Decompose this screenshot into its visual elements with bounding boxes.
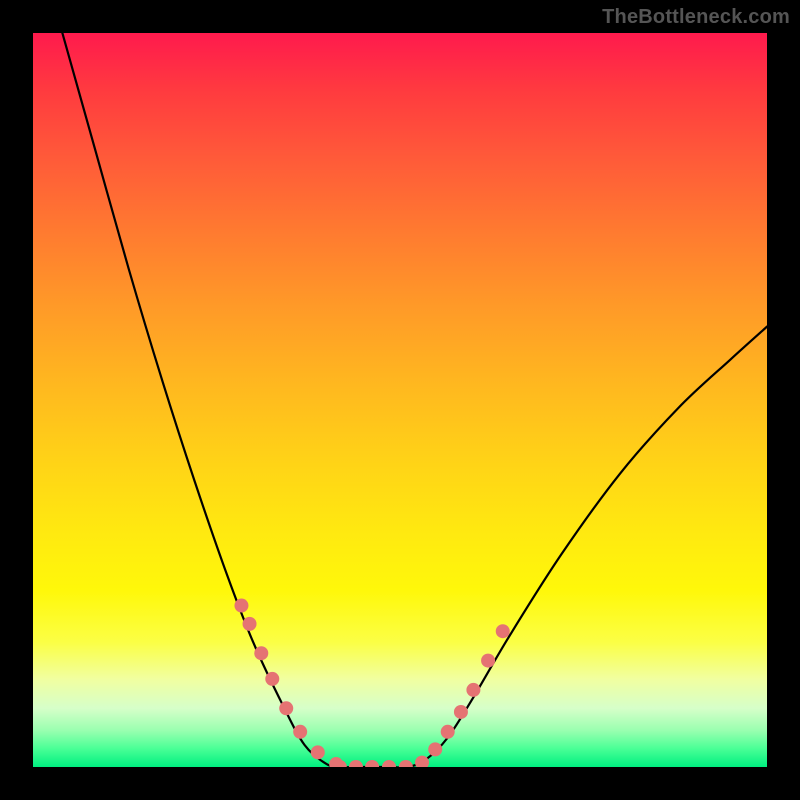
data-dot bbox=[428, 742, 442, 756]
data-dot bbox=[234, 599, 248, 613]
data-dot bbox=[265, 672, 279, 686]
data-dot bbox=[399, 760, 413, 767]
data-dot bbox=[441, 725, 455, 739]
data-dot bbox=[454, 705, 468, 719]
chart-overlay-svg bbox=[33, 33, 767, 767]
data-dot bbox=[243, 617, 257, 631]
data-dot bbox=[311, 745, 325, 759]
data-dot bbox=[481, 654, 495, 668]
data-dot bbox=[293, 725, 307, 739]
data-dot bbox=[382, 760, 396, 767]
main-curve bbox=[62, 33, 767, 767]
data-dot bbox=[279, 701, 293, 715]
data-dot bbox=[349, 760, 363, 767]
data-dot bbox=[365, 760, 379, 767]
data-dot bbox=[496, 624, 510, 638]
data-dot bbox=[415, 756, 429, 767]
data-dots-group bbox=[234, 599, 509, 767]
outer-frame: TheBottleneck.com bbox=[0, 0, 800, 800]
plot-area bbox=[33, 33, 767, 767]
data-dot bbox=[466, 683, 480, 697]
data-dot bbox=[254, 646, 268, 660]
watermark-text: TheBottleneck.com bbox=[602, 6, 790, 29]
